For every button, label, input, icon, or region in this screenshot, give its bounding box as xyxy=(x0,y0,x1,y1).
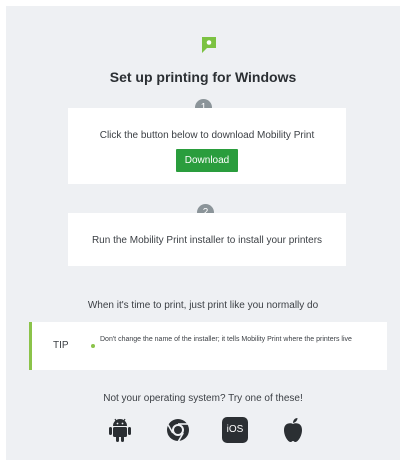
step-1-card: Click the button below to download Mobil… xyxy=(68,108,346,184)
step-2-text: Run the Mobility Print installer to inst… xyxy=(91,235,323,246)
print-note: When it's time to print, just print like… xyxy=(87,300,319,311)
download-button[interactable]: Download xyxy=(176,149,238,172)
chrome-icon[interactable] xyxy=(165,417,191,443)
tip-bullet-icon xyxy=(91,344,95,348)
android-icon[interactable] xyxy=(108,417,132,443)
setup-panel: Set up printing for Windows 1 Click the … xyxy=(6,6,400,460)
os-prompt: Not your operating system? Try one of th… xyxy=(103,393,303,404)
step-1-text: Click the button below to download Mobil… xyxy=(99,130,315,141)
tip-card: TIP Don't change the name of the install… xyxy=(29,322,387,370)
step-2-card: Run the Mobility Print installer to inst… xyxy=(68,213,346,266)
ios-icon[interactable]: iOS xyxy=(222,417,248,443)
apple-icon[interactable] xyxy=(282,417,304,443)
ios-label: iOS xyxy=(226,424,244,435)
page-title: Set up printing for Windows xyxy=(109,69,297,85)
papercut-logo-icon xyxy=(202,37,216,53)
tip-label: TIP xyxy=(53,340,69,351)
tip-text: Don't change the name of the installer; … xyxy=(100,336,352,343)
